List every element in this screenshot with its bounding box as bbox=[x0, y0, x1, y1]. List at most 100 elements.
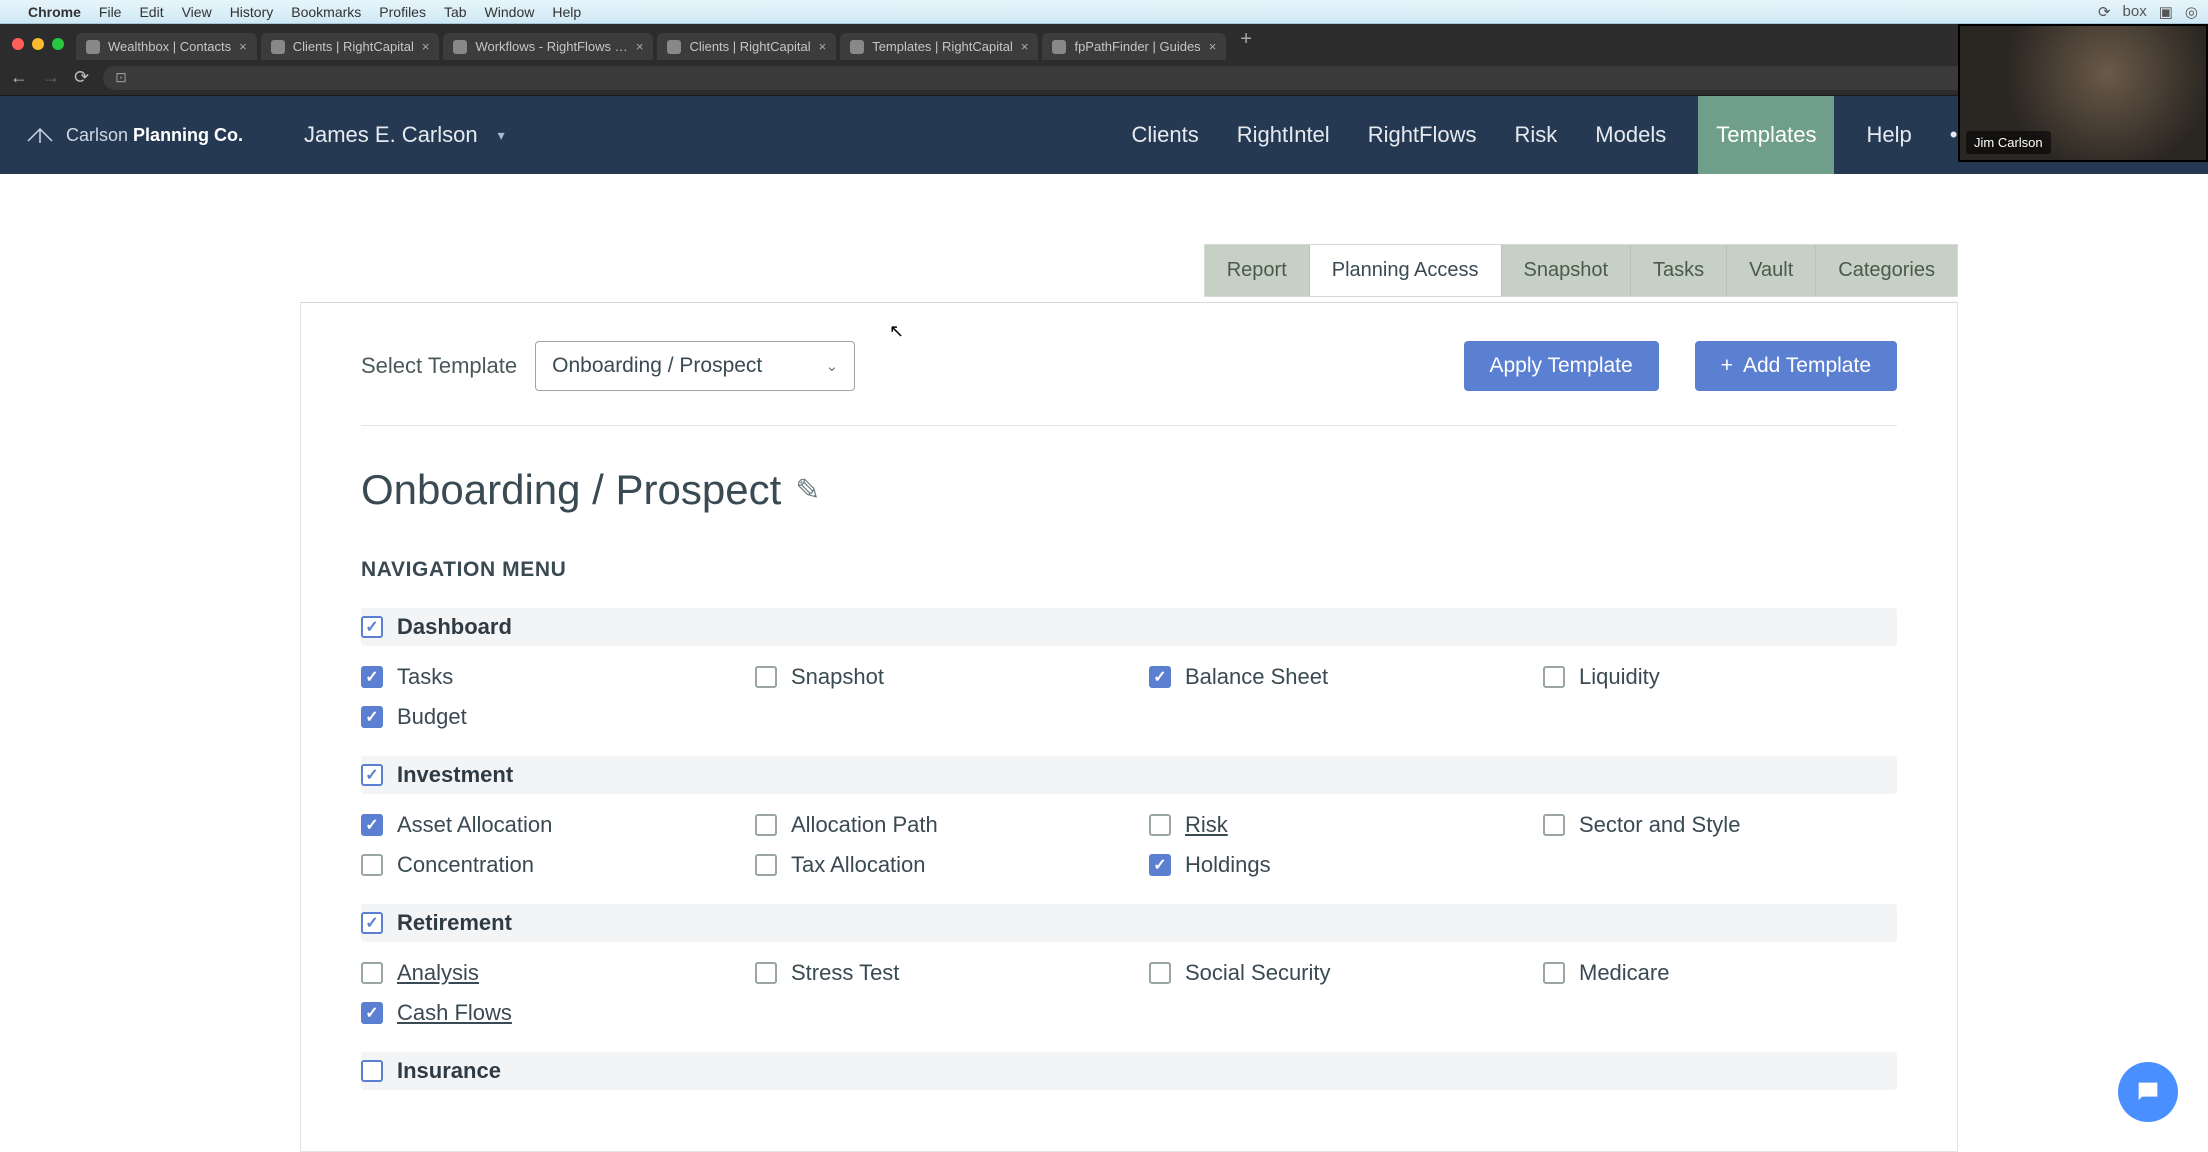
forward-button[interactable]: → bbox=[42, 67, 60, 88]
item-checkbox[interactable] bbox=[755, 814, 777, 836]
nav-item[interactable]: Allocation Path bbox=[755, 812, 1109, 838]
group-checkbox[interactable] bbox=[361, 616, 383, 638]
item-checkbox[interactable] bbox=[1149, 854, 1171, 876]
item-checkbox[interactable] bbox=[1149, 962, 1171, 984]
item-checkbox[interactable] bbox=[361, 706, 383, 728]
select-template-dropdown[interactable]: Onboarding / Prospect ⌄ bbox=[535, 341, 855, 391]
item-checkbox[interactable] bbox=[361, 1002, 383, 1024]
chat-bubble-icon[interactable] bbox=[2118, 1062, 2178, 1122]
nav-item[interactable]: Medicare bbox=[1543, 960, 1897, 986]
nav-templates[interactable]: Templates bbox=[1698, 96, 1834, 174]
back-button[interactable]: ← bbox=[10, 67, 28, 88]
new-tab-button[interactable]: + bbox=[1230, 28, 1262, 57]
item-checkbox[interactable] bbox=[1149, 814, 1171, 836]
close-window-icon[interactable] bbox=[12, 38, 24, 50]
video-participant[interactable]: Jim Carlson bbox=[1958, 24, 2208, 162]
maximize-window-icon[interactable] bbox=[52, 38, 64, 50]
item-checkbox[interactable] bbox=[755, 666, 777, 688]
tab-tasks[interactable]: Tasks bbox=[1631, 245, 1727, 296]
menu-bookmarks[interactable]: Bookmarks bbox=[291, 4, 361, 20]
group-checkbox[interactable] bbox=[361, 912, 383, 934]
tab-categories[interactable]: Categories bbox=[1816, 245, 1957, 296]
nav-item[interactable]: Balance Sheet bbox=[1149, 664, 1503, 690]
reload-button[interactable]: ⟳ bbox=[74, 67, 89, 88]
add-template-button[interactable]: +Add Template bbox=[1695, 341, 1897, 391]
group-header[interactable]: Investment bbox=[361, 756, 1897, 794]
nav-item[interactable]: Tax Allocation bbox=[755, 852, 1109, 878]
item-checkbox[interactable] bbox=[361, 666, 383, 688]
item-checkbox[interactable] bbox=[361, 814, 383, 836]
app-name[interactable]: Chrome bbox=[28, 4, 81, 20]
nav-item[interactable]: Risk bbox=[1149, 812, 1503, 838]
brand[interactable]: Carlson Planning Co. bbox=[24, 125, 304, 146]
nav-item[interactable]: Tasks bbox=[361, 664, 715, 690]
browser-tab[interactable]: fpPathFinder | Guides× bbox=[1042, 33, 1226, 60]
close-tab-icon[interactable]: × bbox=[636, 39, 644, 54]
box-icon[interactable]: box bbox=[2123, 3, 2147, 21]
nav-models[interactable]: Models bbox=[1589, 96, 1672, 174]
nav-item[interactable]: Social Security bbox=[1149, 960, 1503, 986]
group-header[interactable]: Retirement bbox=[361, 904, 1897, 942]
nav-clients[interactable]: Clients bbox=[1125, 96, 1204, 174]
squares-icon[interactable]: ▣ bbox=[2159, 3, 2173, 21]
menu-view[interactable]: View bbox=[182, 4, 212, 20]
nav-rightintel[interactable]: RightIntel bbox=[1231, 96, 1336, 174]
browser-tab[interactable]: Clients | RightCapital× bbox=[261, 33, 440, 60]
menu-help[interactable]: Help bbox=[552, 4, 581, 20]
url-field[interactable]: ⊡ bbox=[103, 66, 2164, 90]
nav-item[interactable]: Concentration bbox=[361, 852, 715, 878]
browser-tab[interactable]: Templates | RightCapital× bbox=[840, 33, 1038, 60]
item-checkbox[interactable] bbox=[1543, 666, 1565, 688]
close-tab-icon[interactable]: × bbox=[1209, 39, 1217, 54]
item-checkbox[interactable] bbox=[1543, 814, 1565, 836]
edit-title-icon[interactable]: ✎ bbox=[795, 473, 820, 508]
item-checkbox[interactable] bbox=[361, 962, 383, 984]
tab-planning-access[interactable]: Planning Access bbox=[1310, 245, 1502, 296]
nav-item[interactable]: Snapshot bbox=[755, 664, 1109, 690]
nav-item[interactable]: Liquidity bbox=[1543, 664, 1897, 690]
group-checkbox[interactable] bbox=[361, 1060, 383, 1082]
browser-tab[interactable]: Workflows - RightFlows | Rig× bbox=[443, 33, 653, 60]
nav-item[interactable]: Budget bbox=[361, 704, 715, 730]
close-tab-icon[interactable]: × bbox=[422, 39, 430, 54]
nav-item[interactable]: Sector and Style bbox=[1543, 812, 1897, 838]
menu-file[interactable]: File bbox=[99, 4, 122, 20]
item-checkbox[interactable] bbox=[1543, 962, 1565, 984]
tab-report[interactable]: Report bbox=[1205, 245, 1310, 296]
item-checkbox[interactable] bbox=[361, 854, 383, 876]
nav-item[interactable]: Asset Allocation bbox=[361, 812, 715, 838]
item-label: Tax Allocation bbox=[791, 852, 926, 878]
favicon-icon bbox=[271, 40, 285, 54]
nav-help[interactable]: Help bbox=[1860, 96, 1917, 174]
close-tab-icon[interactable]: × bbox=[239, 39, 247, 54]
menu-profiles[interactable]: Profiles bbox=[379, 4, 426, 20]
tab-vault[interactable]: Vault bbox=[1727, 245, 1816, 296]
group-header[interactable]: Insurance bbox=[361, 1052, 1897, 1090]
tab-snapshot[interactable]: Snapshot bbox=[1502, 245, 1632, 296]
browser-tab[interactable]: Clients | RightCapital× bbox=[657, 33, 836, 60]
item-checkbox[interactable] bbox=[755, 854, 777, 876]
item-checkbox[interactable] bbox=[755, 962, 777, 984]
user-dropdown[interactable]: James E. Carlson ▾ bbox=[304, 122, 505, 148]
close-tab-icon[interactable]: × bbox=[819, 39, 827, 54]
window-controls[interactable] bbox=[8, 38, 72, 60]
nav-item[interactable]: Cash Flows bbox=[361, 1000, 715, 1026]
minimize-window-icon[interactable] bbox=[32, 38, 44, 50]
group-header[interactable]: Dashboard bbox=[361, 608, 1897, 646]
menu-tab[interactable]: Tab bbox=[444, 4, 467, 20]
nav-rightflows[interactable]: RightFlows bbox=[1362, 96, 1483, 174]
nav-item[interactable]: Stress Test bbox=[755, 960, 1109, 986]
nav-item[interactable]: Holdings bbox=[1149, 852, 1503, 878]
close-tab-icon[interactable]: × bbox=[1021, 39, 1029, 54]
sync-icon[interactable]: ⟳ bbox=[2098, 3, 2111, 21]
item-checkbox[interactable] bbox=[1149, 666, 1171, 688]
menu-edit[interactable]: Edit bbox=[139, 4, 163, 20]
apply-template-button[interactable]: Apply Template bbox=[1464, 341, 1659, 391]
group-checkbox[interactable] bbox=[361, 764, 383, 786]
nav-risk[interactable]: Risk bbox=[1509, 96, 1564, 174]
circle-icon[interactable]: ◎ bbox=[2185, 3, 2198, 21]
menu-history[interactable]: History bbox=[230, 4, 274, 20]
nav-item[interactable]: Analysis bbox=[361, 960, 715, 986]
menu-window[interactable]: Window bbox=[485, 4, 535, 20]
browser-tab[interactable]: Wealthbox | Contacts× bbox=[76, 33, 257, 60]
